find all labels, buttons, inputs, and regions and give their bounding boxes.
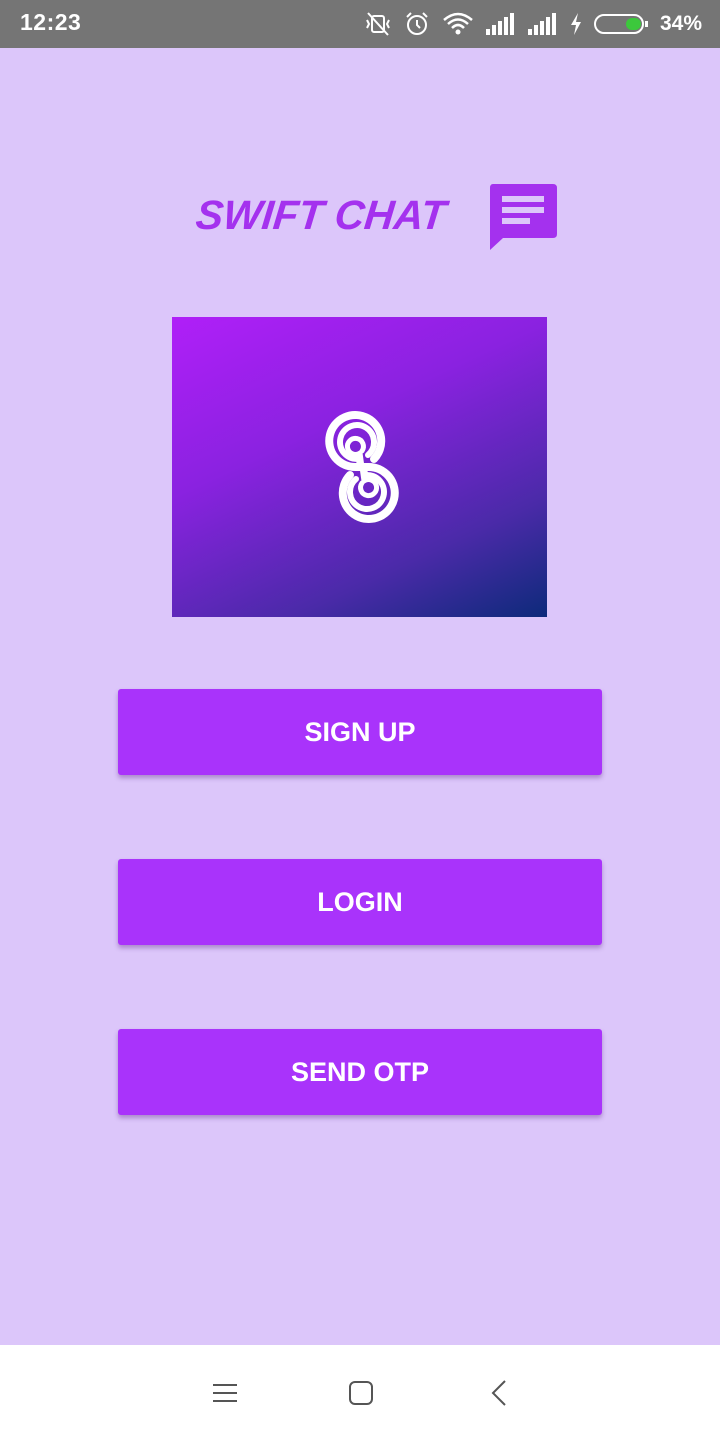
logo-image <box>172 317 547 617</box>
s-logo-icon <box>312 407 412 532</box>
status-bar: 12:23 34% <box>0 0 720 48</box>
status-icons: 34% <box>364 8 702 40</box>
chat-message-icon <box>489 184 557 255</box>
charging-icon <box>570 13 582 35</box>
vibrate-off-icon <box>364 11 392 37</box>
sign-up-button[interactable]: SIGN UP <box>118 689 602 775</box>
signal-icon <box>485 13 516 35</box>
signal-icon <box>527 13 558 35</box>
login-button[interactable]: LOGIN <box>118 859 602 945</box>
navigation-bar <box>0 1345 720 1440</box>
status-time: 12:23 <box>20 9 82 35</box>
home-icon[interactable] <box>341 1375 381 1411</box>
battery-icon <box>593 13 648 35</box>
app-title: SWIFT CHAT <box>193 192 449 238</box>
back-icon[interactable] <box>479 1375 519 1411</box>
wifi-icon <box>442 12 474 36</box>
send-otp-button[interactable]: SEND OTP <box>118 1029 602 1115</box>
menu-icon[interactable] <box>205 1375 245 1411</box>
alarm-icon <box>404 11 430 37</box>
battery-percent: 34% <box>659 12 702 35</box>
